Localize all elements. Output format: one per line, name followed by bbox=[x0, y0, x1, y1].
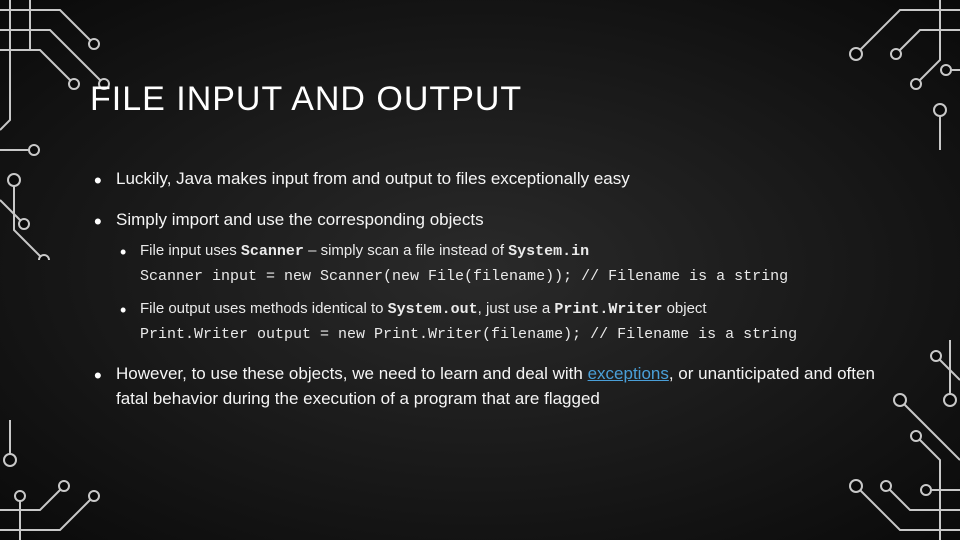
bullet-text: Simply import and use the corresponding … bbox=[116, 210, 484, 229]
bullet-list: Luckily, Java makes input from and outpu… bbox=[90, 167, 900, 412]
text-fragment: File input uses bbox=[140, 242, 241, 259]
sub-bullet-list: File input uses Scanner – simply scan a … bbox=[116, 240, 900, 346]
sub-bullet-item: File output uses methods identical to Sy… bbox=[116, 298, 900, 346]
code-inline: System.out bbox=[388, 301, 478, 318]
bullet-text: Luckily, Java makes input from and outpu… bbox=[116, 169, 630, 188]
code-inline: Scanner bbox=[241, 243, 304, 260]
text-fragment: However, to use these objects, we need t… bbox=[116, 364, 588, 383]
code-inline: Print.Writer bbox=[554, 301, 662, 318]
sub-bullet-item: File input uses Scanner – simply scan a … bbox=[116, 240, 900, 288]
bullet-item: Simply import and use the corresponding … bbox=[90, 208, 900, 347]
text-fragment: – simply scan a file instead of bbox=[304, 242, 508, 259]
code-line: Scanner input = new Scanner(new File(fil… bbox=[140, 266, 900, 289]
slide-title: FILE INPUT AND OUTPUT bbox=[90, 80, 900, 119]
circuit-decoration-bottom-left bbox=[0, 420, 120, 540]
bullet-item: Luckily, Java makes input from and outpu… bbox=[90, 167, 900, 192]
slide-content: FILE INPUT AND OUTPUT Luckily, Java make… bbox=[90, 80, 900, 428]
code-inline: System.in bbox=[508, 243, 589, 260]
code-line: Print.Writer output = new Print.Writer(f… bbox=[140, 324, 900, 347]
exceptions-link[interactable]: exceptions bbox=[588, 364, 669, 383]
bullet-item: However, to use these objects, we need t… bbox=[90, 362, 900, 411]
text-fragment: , just use a bbox=[478, 300, 555, 317]
text-fragment: object bbox=[662, 300, 706, 317]
text-fragment: File output uses methods identical to bbox=[140, 300, 388, 317]
